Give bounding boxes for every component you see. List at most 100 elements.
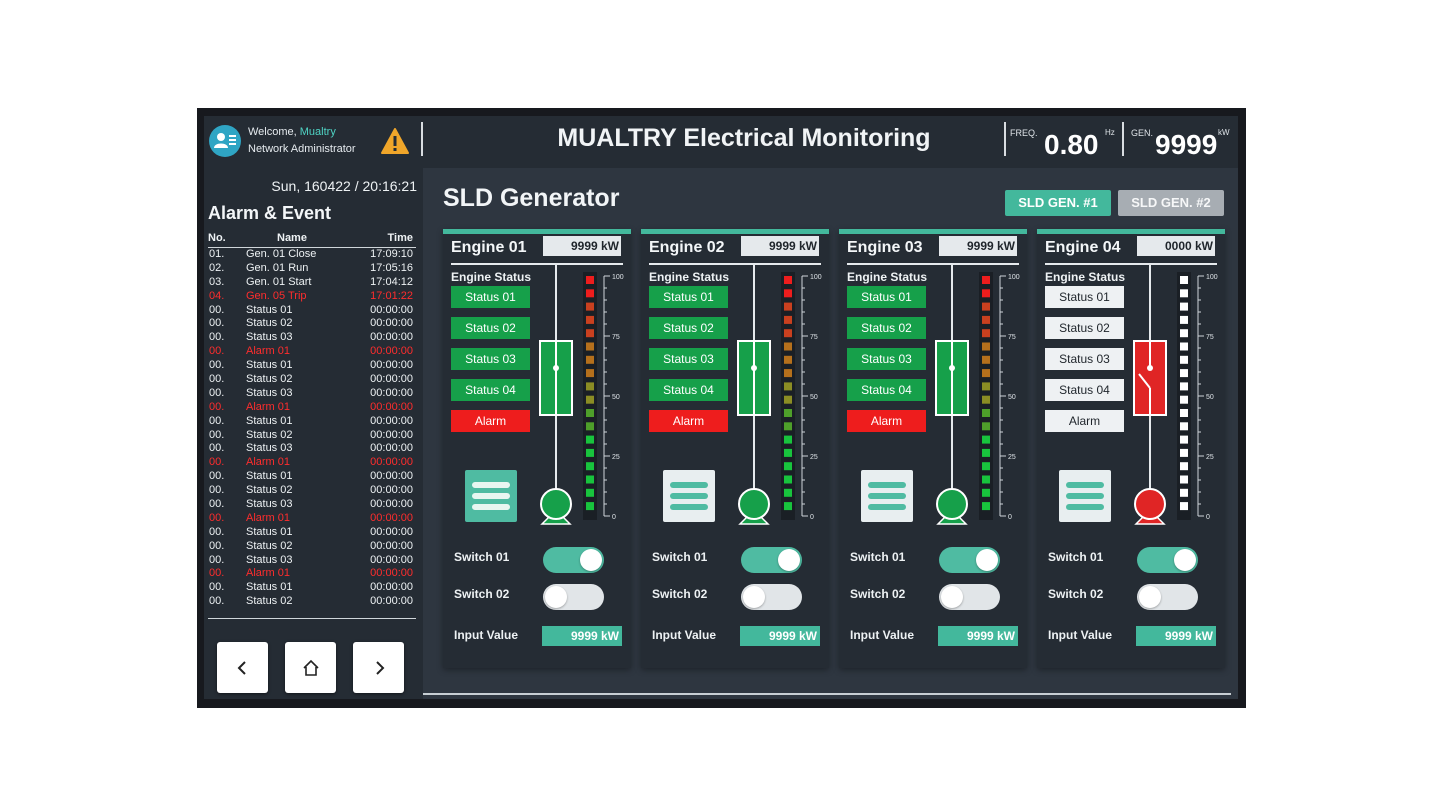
- alarm-row[interactable]: 00. Status 02 00:00:00: [204, 595, 416, 609]
- warning-triangle-icon[interactable]: [380, 127, 410, 155]
- user-list-icon[interactable]: [209, 125, 241, 157]
- event-name: Status 01: [246, 470, 293, 483]
- table-divider: [208, 618, 416, 619]
- switch-2-toggle[interactable]: [741, 584, 802, 610]
- meter-segment: [1180, 355, 1188, 364]
- meter-scale-label: 100: [612, 274, 624, 281]
- tab-sld-gen-1[interactable]: SLD GEN. #1: [1005, 190, 1111, 216]
- breaker-closed-icon[interactable]: [737, 340, 771, 416]
- alarm-row[interactable]: 00. Status 02 00:00:00: [204, 540, 416, 554]
- menu-button[interactable]: [465, 470, 517, 522]
- alarm-indicator: Alarm: [1045, 410, 1124, 432]
- alarm-row[interactable]: 00. Status 01 00:00:00: [204, 359, 416, 373]
- meter-segment: [586, 382, 594, 391]
- status-indicator: Status 04: [649, 379, 728, 401]
- event-name: Gen. 01 Run: [246, 261, 309, 274]
- alarm-row[interactable]: 00. Status 02 00:00:00: [204, 429, 416, 443]
- switch-2-toggle[interactable]: [939, 584, 1000, 610]
- tab-sld-gen-2[interactable]: SLD GEN. #2: [1118, 190, 1224, 216]
- engine-name: Engine 02: [649, 239, 725, 256]
- meter-segment: [982, 355, 990, 364]
- toggle-knob: [1174, 549, 1196, 571]
- meter-segment: [1180, 462, 1188, 471]
- level-meter: 100 75 50 25 0: [781, 272, 822, 521]
- event-no: 00.: [209, 553, 225, 566]
- alarm-row[interactable]: 00. Alarm 01 00:00:00: [204, 345, 416, 359]
- meter-scale-label: 75: [612, 334, 620, 341]
- alarm-row[interactable]: 00. Status 01 00:00:00: [204, 415, 416, 429]
- alarm-row[interactable]: 04. Gen. 05 Trip 17:01:22: [204, 290, 416, 304]
- alarm-row[interactable]: 02. Gen. 01 Run 17:05:16: [204, 262, 416, 276]
- alarm-row[interactable]: 00. Status 02 00:00:00: [204, 317, 416, 331]
- alarm-row[interactable]: 00. Status 03 00:00:00: [204, 387, 416, 401]
- status-indicator: Status 01: [649, 286, 728, 308]
- menu-button[interactable]: [861, 470, 913, 522]
- meter-segment: [982, 502, 990, 511]
- breaker-open-icon[interactable]: [1133, 340, 1167, 416]
- input-value-label: Input Value: [454, 628, 519, 642]
- alarm-row[interactable]: 00. Status 01 00:00:00: [204, 470, 416, 484]
- switch-1-toggle[interactable]: [741, 547, 802, 573]
- menu-button[interactable]: [1059, 470, 1111, 522]
- meter-segment: [1180, 369, 1188, 378]
- alarm-event-panel: Sun, 160422 / 20:16:21 Alarm & Event No.…: [204, 168, 423, 699]
- event-name: Status 03: [246, 386, 293, 399]
- datetime: Sun, 160422 / 20:16:21: [271, 178, 417, 194]
- meter-scale-label: 50: [1206, 394, 1214, 401]
- switch-2-toggle[interactable]: [1137, 584, 1198, 610]
- event-no: 00.: [209, 386, 225, 399]
- alarm-row[interactable]: 00. Status 03 00:00:00: [204, 331, 416, 345]
- status-indicator: Status 02: [649, 317, 728, 339]
- meter-segment: [1180, 276, 1188, 284]
- alarm-row[interactable]: 00. Status 02 00:00:00: [204, 484, 416, 498]
- meter-segment: [586, 475, 594, 484]
- switch-2-toggle[interactable]: [543, 584, 604, 610]
- app-title: MUALTRY Electrical Monitoring: [557, 124, 931, 152]
- event-no: 00.: [209, 359, 225, 372]
- alarm-row[interactable]: 00. Alarm 01 00:00:00: [204, 512, 416, 526]
- toggle-knob: [778, 549, 800, 571]
- switch-1-toggle[interactable]: [939, 547, 1000, 573]
- page-title: SLD Generator: [443, 184, 620, 212]
- input-value-field[interactable]: 9999 kW: [542, 626, 622, 646]
- alarm-row[interactable]: 00. Status 03 00:00:00: [204, 498, 416, 512]
- alarm-row[interactable]: 00. Alarm 01 00:00:00: [204, 401, 416, 415]
- breaker-closed-icon[interactable]: [539, 340, 573, 416]
- home-button[interactable]: [285, 642, 336, 693]
- input-value-field[interactable]: 9999 kW: [740, 626, 820, 646]
- alarm-table-header: No. Name Time: [204, 231, 416, 247]
- input-value-field[interactable]: 9999 kW: [1136, 626, 1216, 646]
- alarm-row[interactable]: 01. Gen. 01 Close 17:09:10: [204, 248, 416, 262]
- meter-segment: [586, 302, 594, 311]
- menu-button[interactable]: [663, 470, 715, 522]
- next-button[interactable]: [353, 642, 404, 693]
- meter-segment: [586, 315, 594, 324]
- breaker-closed-icon[interactable]: [935, 340, 969, 416]
- alarm-row[interactable]: 00. Status 03 00:00:00: [204, 554, 416, 568]
- meter-segment: [784, 475, 792, 484]
- event-no: 00.: [209, 331, 225, 344]
- meter-segment: [1180, 302, 1188, 311]
- header-divider: [421, 122, 423, 156]
- prev-button[interactable]: [217, 642, 268, 693]
- switch-1-toggle[interactable]: [543, 547, 604, 573]
- meter-scale-label: 0: [810, 514, 814, 521]
- alarm-row[interactable]: 00. Status 02 00:00:00: [204, 373, 416, 387]
- event-time: 00:00:00: [370, 595, 413, 608]
- switch-1-label: Switch 01: [850, 550, 906, 564]
- meter-segment: [982, 488, 990, 497]
- event-time: 00:00:00: [370, 484, 413, 497]
- alarm-row[interactable]: 03. Gen. 01 Start 17:04:12: [204, 276, 416, 290]
- alarm-list: 01. Gen. 01 Close 17:09:10 02. Gen. 01 Run 17…: [204, 248, 416, 609]
- alarm-row[interactable]: 00. Status 01 00:00:00: [204, 304, 416, 318]
- input-value-field[interactable]: 9999 kW: [938, 626, 1018, 646]
- meter-segment: [982, 276, 990, 284]
- alarm-row[interactable]: 00. Status 01 00:00:00: [204, 581, 416, 595]
- level-meter: 100 75 50 25 0: [583, 272, 624, 521]
- status-indicator: Status 03: [649, 348, 728, 370]
- alarm-row[interactable]: 00. Alarm 01 00:00:00: [204, 456, 416, 470]
- alarm-row[interactable]: 00. Status 03 00:00:00: [204, 442, 416, 456]
- alarm-row[interactable]: 00. Alarm 01 00:00:00: [204, 567, 416, 581]
- alarm-row[interactable]: 00. Status 01 00:00:00: [204, 526, 416, 540]
- switch-1-toggle[interactable]: [1137, 547, 1198, 573]
